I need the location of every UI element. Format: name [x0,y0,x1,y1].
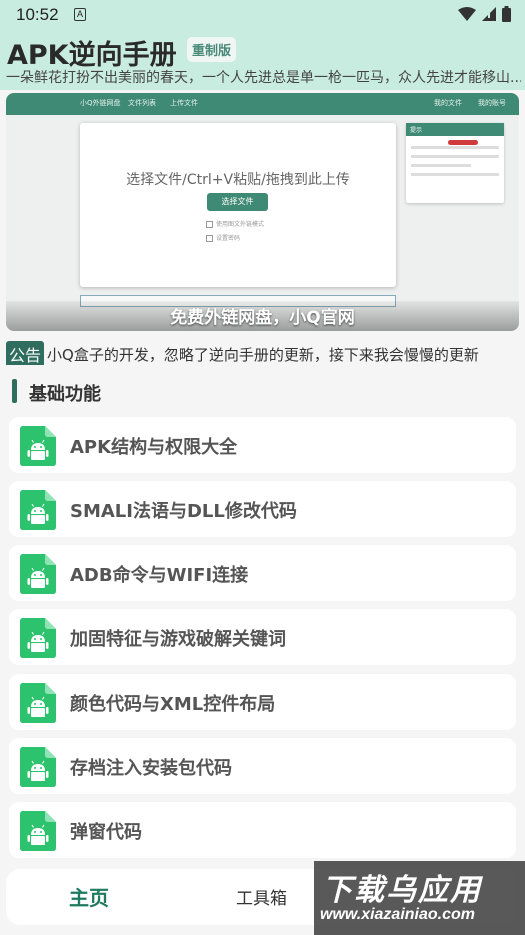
version-badge: 重制版 [187,37,237,62]
notice-text: 小Q盒子的开发，忽略了逆向手册的更新，接下来我会慢慢的更新 [47,345,479,364]
feature-item[interactable]: ADB命令与WIFI连接 [9,545,516,601]
feature-label: APK结构与权限大全 [70,437,238,458]
marquee-text: 一朵鲜花打扮不出美丽的春天，一个人先进总是单一枪一匹马，众人先进才能移山... [6,70,521,86]
banner-checkbox-1: 使用图文外链模式 [206,219,264,228]
feature-label: 存档注入安装包代码 [70,758,232,779]
notice-bar: 公告 小Q盒子的开发，忽略了逆向手册的更新，接下来我会慢慢的更新 [6,341,521,365]
banner-checkbox-2-label: 设置密码 [216,235,241,242]
banner-site-nav: 小Q外链网盘 文件列表 上传文件 我的文件 我的账号 [6,93,519,115]
tip-line [411,173,499,176]
banner-redaction [448,140,478,145]
feature-label: SMALI法语与DLL修改代码 [70,501,297,522]
notice-tag: 公告 [6,341,45,365]
tip-line [411,155,499,158]
checkbox-icon [206,221,213,228]
banner-tip-title: 提示 [406,123,504,136]
tip-line [411,164,471,167]
banner-upload-button: 选择文件 [207,193,268,211]
banner-nav-account: 我的账号 [478,99,506,107]
android-file-icon [20,490,56,530]
watermark-text: 下载乌应用 [322,873,482,908]
android-file-icon [20,683,56,723]
checkbox-icon [206,235,213,242]
status-bar: 10:52 A [0,0,525,30]
status-time: 10:52 [16,5,59,24]
banner-tip-card: 提示 [406,123,504,203]
tab-tools[interactable]: 工具箱 [236,884,287,909]
feature-item[interactable]: 弹窗代码 [9,802,516,858]
banner-nav-files: 文件列表 [128,99,156,107]
android-file-icon [20,618,56,658]
feature-item[interactable]: SMALI法语与DLL修改代码 [9,481,516,537]
banner-checkbox-2: 设置密码 [206,233,240,242]
banner-caption: 免费外链网盘，小Q官网 [170,308,355,328]
feature-item[interactable]: 颜色代码与XML控件布局 [9,674,516,730]
watermark-url: www.xiazainiao.com [320,906,476,923]
feature-label: 加固特征与游戏破解关键词 [70,629,286,650]
feature-item[interactable]: 存档注入安装包代码 [9,738,516,794]
wifi-icon [458,6,476,21]
android-file-icon [20,426,56,466]
section-accent-bar [12,379,17,403]
banner-checkbox-1-label: 使用图文外链模式 [216,221,265,228]
banner-caption-overlay: 免费外链网盘，小Q官网 [6,301,519,331]
battery-icon [502,6,511,22]
banner-upload-card: 选择文件/Ctrl+V粘贴/拖拽到此上传 选择文件 使用图文外链模式 设置密码 [80,123,396,287]
site-watermark: 下载乌应用 www.xiazainiao.com [314,861,525,935]
section-title: 基础功能 [29,384,101,405]
feature-label: 弹窗代码 [70,822,142,843]
feature-label: ADB命令与WIFI连接 [70,565,249,586]
notification-a-icon: A [74,8,86,21]
android-file-icon [20,811,56,851]
banner-upload-prompt: 选择文件/Ctrl+V粘贴/拖拽到此上传 [126,172,350,188]
tab-home[interactable]: 主页 [69,882,109,911]
banner-nav-upload: 上传文件 [170,99,198,107]
banner-carousel[interactable]: 小Q外链网盘 文件列表 上传文件 我的文件 我的账号 选择文件/Ctrl+V粘贴… [6,93,519,331]
tip-line [411,146,499,149]
status-icons [458,6,511,22]
signal-icon [482,6,496,21]
android-file-icon [20,554,56,594]
feature-label: 颜色代码与XML控件布局 [70,694,276,715]
android-file-icon [20,747,56,787]
feature-item[interactable]: APK结构与权限大全 [9,417,516,473]
banner-nav-brand: 小Q外链网盘 [80,99,121,107]
banner-nav-myfiles: 我的文件 [434,99,462,107]
feature-item[interactable]: 加固特征与游戏破解关键词 [9,609,516,665]
